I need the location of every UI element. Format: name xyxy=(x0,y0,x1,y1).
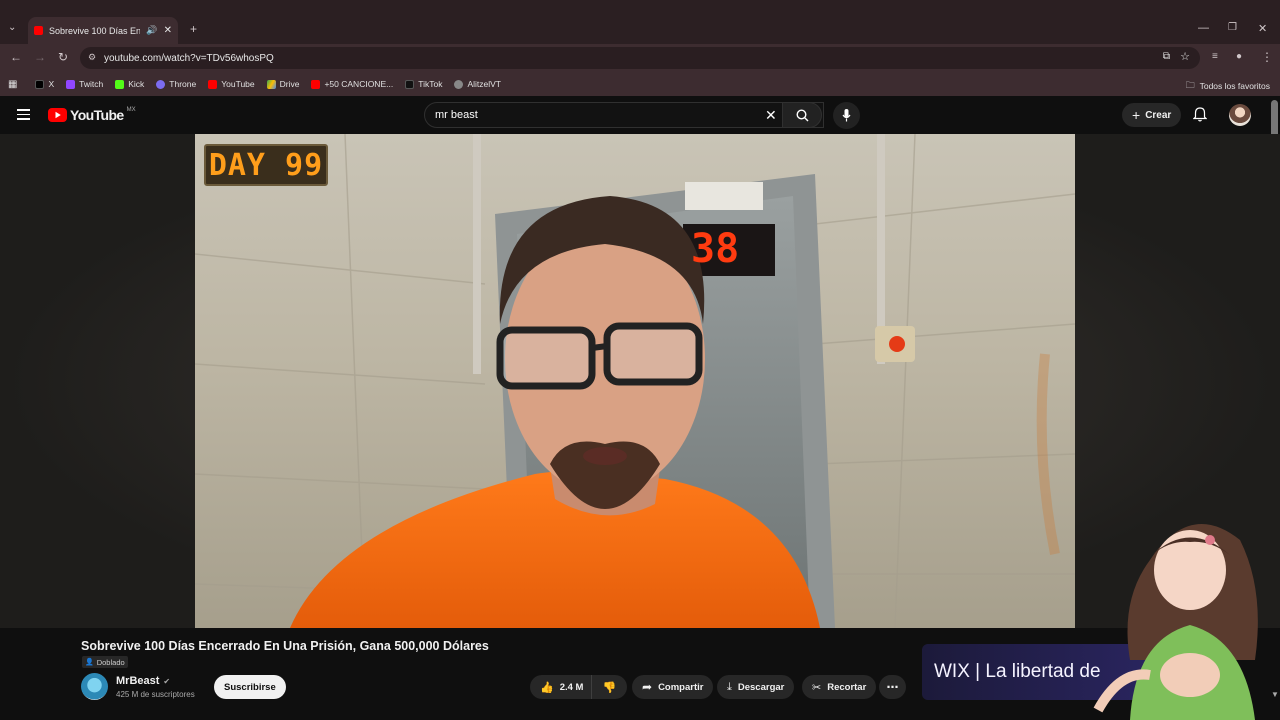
address-bar[interactable]: ⚙ youtube.com/watch?v=TDv56whosPQ ⧉ ☆ xyxy=(80,47,1200,69)
speaker-icon[interactable]: 🔊 xyxy=(146,25,157,36)
bookmark-kick[interactable]: Kick xyxy=(115,79,144,89)
more-icon: ⋯ xyxy=(886,680,899,694)
browser-toolbar: ← → ↻ ⚙ youtube.com/watch?v=TDv56whosPQ … xyxy=(0,44,1280,72)
share-button[interactable]: ➦ Compartir xyxy=(632,675,714,699)
browser-tabstrip: ⌄ Sobrevive 100 Días Encerra 🔊 ✕ + — ❐ ✕ xyxy=(0,0,1280,44)
window-close-icon[interactable]: ✕ xyxy=(1258,22,1267,35)
bookmarks-bar: ▦ X Twitch Kick Throne YouTube Drive +50… xyxy=(0,72,1280,96)
throne-icon xyxy=(156,79,166,89)
thumbs-up-icon: 👍 xyxy=(540,681,554,694)
bookmark-youtube[interactable]: YouTube xyxy=(208,79,255,89)
youtube-icon xyxy=(208,79,218,89)
video-info: Sobrevive 100 Días Encerrado En Una Pris… xyxy=(0,628,1280,720)
folder-icon: 🗀 xyxy=(1185,80,1195,90)
site-info-icon[interactable]: ⚙ xyxy=(88,52,96,63)
scissors-icon: ✂ xyxy=(812,681,822,694)
scroll-down-arrow-icon[interactable]: ▼ xyxy=(1271,690,1279,699)
youtube-music-icon xyxy=(311,79,321,89)
more-actions-button[interactable]: ⋯ xyxy=(879,675,906,699)
notifications-bell-icon[interactable] xyxy=(1192,107,1208,127)
profile-avatar-icon[interactable]: ● xyxy=(1236,51,1242,62)
browser-menu-icon[interactable]: ⋮ xyxy=(1261,50,1273,64)
verified-icon: ✔ xyxy=(163,676,171,686)
day-overlay: DAY 99 xyxy=(204,144,328,186)
new-tab-icon[interactable]: + xyxy=(190,22,197,36)
video-scene xyxy=(195,134,1075,628)
vtuber-avatar xyxy=(1093,524,1258,720)
like-button[interactable]: 👍 2.4 M xyxy=(530,675,592,699)
clear-search-icon[interactable]: ✕ xyxy=(765,107,777,124)
subscribe-button[interactable]: Suscribirse xyxy=(214,675,286,699)
hamburger-menu-icon[interactable] xyxy=(17,109,30,120)
kick-icon xyxy=(115,79,125,89)
voice-search-button[interactable] xyxy=(833,102,860,129)
thumbs-down-icon: 👎 xyxy=(602,681,617,694)
download-icon: ⤓ xyxy=(727,680,732,693)
tab-search-icon[interactable]: ⌄ xyxy=(8,22,16,33)
install-app-icon[interactable]: ⧉ xyxy=(1163,51,1170,62)
bookmark-canciones[interactable]: +50 CANCIONE... xyxy=(311,79,393,89)
bookmark-x[interactable]: X xyxy=(35,79,54,89)
bookmark-twitch[interactable]: Twitch xyxy=(66,79,103,89)
globe-icon xyxy=(454,79,464,89)
dubbed-icon: 👤 xyxy=(85,659,94,666)
create-button[interactable]: + Crear xyxy=(1122,103,1182,127)
forward-icon[interactable]: → xyxy=(34,50,46,64)
tiktok-icon xyxy=(405,79,415,89)
bookmark-alitzelvt[interactable]: AlitzelVT xyxy=(454,79,501,89)
video-player[interactable]: DAY 99 38 xyxy=(0,134,1280,628)
youtube-play-icon xyxy=(48,108,67,122)
channel-avatar[interactable] xyxy=(81,673,108,700)
dubbed-badge: 👤 Doblado xyxy=(82,656,128,668)
bookmark-star-icon[interactable]: ☆ xyxy=(1180,50,1190,63)
dislike-button[interactable]: 👎 xyxy=(591,675,627,699)
bookmark-tiktok[interactable]: TikTok xyxy=(405,79,442,89)
download-button[interactable]: ⤓ Descargar xyxy=(717,675,795,699)
youtube-logo[interactable]: YouTube MX xyxy=(48,107,136,123)
media-control-icon[interactable]: ≡ xyxy=(1212,51,1218,62)
region-code: MX xyxy=(126,107,136,113)
browser-tab[interactable]: Sobrevive 100 Días Encerra 🔊 ✕ xyxy=(28,17,178,44)
reload-icon[interactable]: ↻ xyxy=(58,50,68,64)
search-input[interactable]: mr beast ✕ xyxy=(424,102,824,128)
video-title: Sobrevive 100 Días Encerrado En Una Pris… xyxy=(81,639,489,653)
all-bookmarks[interactable]: 🗀 Todos los favoritos xyxy=(1186,78,1270,94)
restore-icon[interactable]: ❐ xyxy=(1228,22,1237,33)
drive-icon xyxy=(266,79,276,89)
clip-button[interactable]: ✂ Recortar xyxy=(802,675,877,699)
url-text: youtube.com/watch?v=TDv56whosPQ xyxy=(104,52,274,64)
share-icon: ➦ xyxy=(642,680,653,694)
twitch-icon xyxy=(66,79,76,89)
apps-grid-icon[interactable]: ▦ xyxy=(8,79,17,90)
x-icon xyxy=(35,79,45,89)
led-counter: 38 xyxy=(691,226,740,272)
youtube-favicon-icon xyxy=(34,26,43,35)
bookmark-throne[interactable]: Throne xyxy=(156,79,196,89)
microphone-icon xyxy=(842,109,851,122)
youtube-header: YouTube MX mr beast ✕ + Crear xyxy=(0,96,1280,270)
subscriber-count: 425 M de suscriptores xyxy=(116,690,195,699)
search-button[interactable] xyxy=(782,102,822,128)
search-icon xyxy=(795,108,808,121)
tab-title: Sobrevive 100 Días Encerra xyxy=(49,25,141,36)
account-avatar[interactable] xyxy=(1229,104,1251,126)
bookmark-drive[interactable]: Drive xyxy=(266,79,299,89)
close-tab-icon[interactable]: ✕ xyxy=(164,25,172,36)
minimize-icon[interactable]: — xyxy=(1198,22,1209,34)
plus-icon: + xyxy=(1132,107,1141,123)
video-frame: DAY 99 38 xyxy=(195,134,1075,628)
channel-name[interactable]: MrBeast ✔ xyxy=(116,675,170,687)
back-icon[interactable]: ← xyxy=(10,50,22,64)
